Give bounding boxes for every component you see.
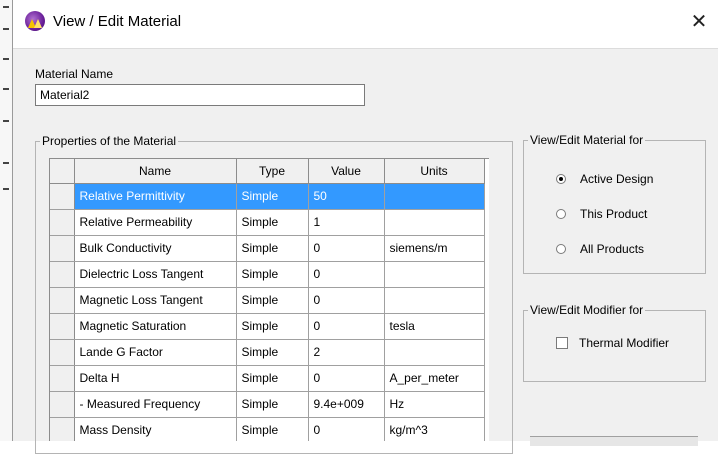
edge-mark — [3, 188, 9, 190]
edge-mark — [3, 58, 9, 60]
radio-this-product[interactable] — [556, 209, 566, 219]
row-selector[interactable] — [50, 287, 75, 314]
cell-units[interactable] — [384, 287, 485, 314]
cell-name[interactable]: Lande G Factor — [74, 339, 237, 366]
ansys-hfss-icon — [25, 11, 45, 31]
column-header-value[interactable]: Value — [308, 159, 385, 184]
cell-value[interactable]: 9.4e+009 — [308, 391, 385, 418]
cell-type[interactable]: Simple — [236, 183, 309, 210]
close-button[interactable]: ✕ — [686, 9, 712, 35]
cell-type[interactable]: Simple — [236, 417, 309, 441]
edge-mark — [3, 162, 9, 164]
table-row[interactable]: Bulk Conductivity Simple 0 siemens/m — [50, 235, 485, 262]
cell-type[interactable]: Simple — [236, 365, 309, 392]
row-selector[interactable] — [50, 339, 75, 366]
table-row[interactable]: Delta H Simple 0 A_per_meter — [50, 365, 485, 392]
row-selector[interactable] — [50, 209, 75, 236]
cell-type[interactable]: Simple — [236, 209, 309, 236]
row-selector[interactable] — [50, 261, 75, 288]
row-selector[interactable] — [50, 183, 75, 210]
table-row[interactable]: Lande G Factor Simple 2 — [50, 339, 485, 366]
cell-name[interactable]: Magnetic Saturation — [74, 313, 237, 340]
table-row[interactable]: Relative Permittivity Simple 50 — [50, 183, 485, 210]
cell-value[interactable]: 0 — [308, 313, 385, 340]
edge-mark — [3, 6, 9, 8]
cell-units[interactable]: tesla — [384, 313, 485, 340]
column-header-name[interactable]: Name — [74, 159, 237, 184]
cell-value[interactable]: 50 — [308, 183, 385, 210]
edge-mark — [3, 28, 9, 30]
window-title: View / Edit Material — [53, 13, 182, 30]
table-row[interactable]: Magnetic Loss Tangent Simple 0 — [50, 287, 485, 314]
cell-value[interactable]: 0 — [308, 417, 385, 441]
cell-type[interactable]: Simple — [236, 391, 309, 418]
cell-units[interactable] — [384, 261, 485, 288]
radio-label[interactable]: All Products — [580, 242, 644, 256]
edge-mark — [3, 120, 9, 122]
title-bar[interactable]: View / Edit Material ✕ — [13, 0, 718, 49]
properties-group-legend: Properties of the Material — [42, 134, 177, 148]
row-selector[interactable] — [50, 365, 75, 392]
header-row: Name Type Value Units — [50, 159, 485, 184]
material-name-input[interactable] — [35, 84, 365, 106]
table-row[interactable]: Mass Density Simple 0 kg/m^3 — [50, 417, 485, 441]
thermal-modifier-label[interactable]: Thermal Modifier — [579, 336, 669, 350]
edge-mark — [3, 88, 9, 90]
modifier-for-legend: View/Edit Modifier for — [530, 303, 644, 317]
radio-label[interactable]: This Product — [580, 207, 647, 221]
cell-name[interactable]: Mass Density — [74, 417, 237, 441]
cell-value[interactable]: 0 — [308, 235, 385, 262]
cell-units[interactable]: siemens/m — [384, 235, 485, 262]
row-selector[interactable] — [50, 235, 75, 262]
column-header-units[interactable]: Units — [384, 159, 485, 184]
cell-name[interactable]: Relative Permeability — [74, 209, 237, 236]
cell-units[interactable]: Hz — [384, 391, 485, 418]
row-selector[interactable] — [50, 313, 75, 340]
radio-all-products[interactable] — [556, 244, 566, 254]
background-window-edge — [0, 0, 13, 441]
table-row[interactable]: Magnetic Saturation Simple 0 tesla — [50, 313, 485, 340]
cell-type[interactable]: Simple — [236, 261, 309, 288]
cell-type[interactable]: Simple — [236, 287, 309, 314]
thermal-modifier-checkbox[interactable] — [556, 337, 568, 349]
cell-name[interactable]: Relative Permittivity — [74, 183, 237, 210]
row-selector[interactable] — [50, 417, 75, 441]
cell-units[interactable]: kg/m^3 — [384, 417, 485, 441]
cell-name[interactable]: Dielectric Loss Tangent — [74, 261, 237, 288]
cell-value[interactable]: 2 — [308, 339, 385, 366]
cell-units[interactable] — [384, 209, 485, 236]
table-row[interactable]: Relative Permeability Simple 1 — [50, 209, 485, 236]
cell-units[interactable]: A_per_meter — [384, 365, 485, 392]
table-row[interactable]: Dielectric Loss Tangent Simple 0 — [50, 261, 485, 288]
cell-type[interactable]: Simple — [236, 235, 309, 262]
cell-type[interactable]: Simple — [236, 313, 309, 340]
cell-name[interactable]: - Measured Frequency — [74, 391, 237, 418]
column-header-type[interactable]: Type — [236, 159, 309, 184]
material-name-label: Material Name — [35, 67, 114, 81]
cell-units[interactable] — [384, 339, 485, 366]
cell-name[interactable]: Bulk Conductivity — [74, 235, 237, 262]
cell-type[interactable]: Simple — [236, 339, 309, 366]
material-dialog: View / Edit Material ✕ Material Name Pro… — [13, 0, 718, 454]
cell-units[interactable] — [384, 183, 485, 210]
partial-button[interactable] — [530, 436, 698, 446]
table-row[interactable]: - Measured Frequency Simple 9.4e+009 Hz — [50, 391, 485, 418]
radio-active-design[interactable] — [556, 174, 566, 184]
radio-label[interactable]: Active Design — [580, 172, 653, 186]
cell-value[interactable]: 0 — [308, 261, 385, 288]
properties-table: Name Type Value Units Relative Permittiv… — [50, 159, 485, 441]
properties-grid[interactable]: Name Type Value Units Relative Permittiv… — [49, 158, 489, 441]
corner-header — [50, 159, 75, 184]
cell-name[interactable]: Magnetic Loss Tangent — [74, 287, 237, 314]
view-edit-for-legend: View/Edit Material for — [530, 133, 644, 147]
cell-value[interactable]: 0 — [308, 287, 385, 314]
row-selector[interactable] — [50, 391, 75, 418]
cell-value[interactable]: 0 — [308, 365, 385, 392]
properties-rows: Relative Permittivity Simple 50 Relative Pe… — [50, 183, 485, 441]
cell-name[interactable]: Delta H — [74, 365, 237, 392]
cell-value[interactable]: 1 — [308, 209, 385, 236]
